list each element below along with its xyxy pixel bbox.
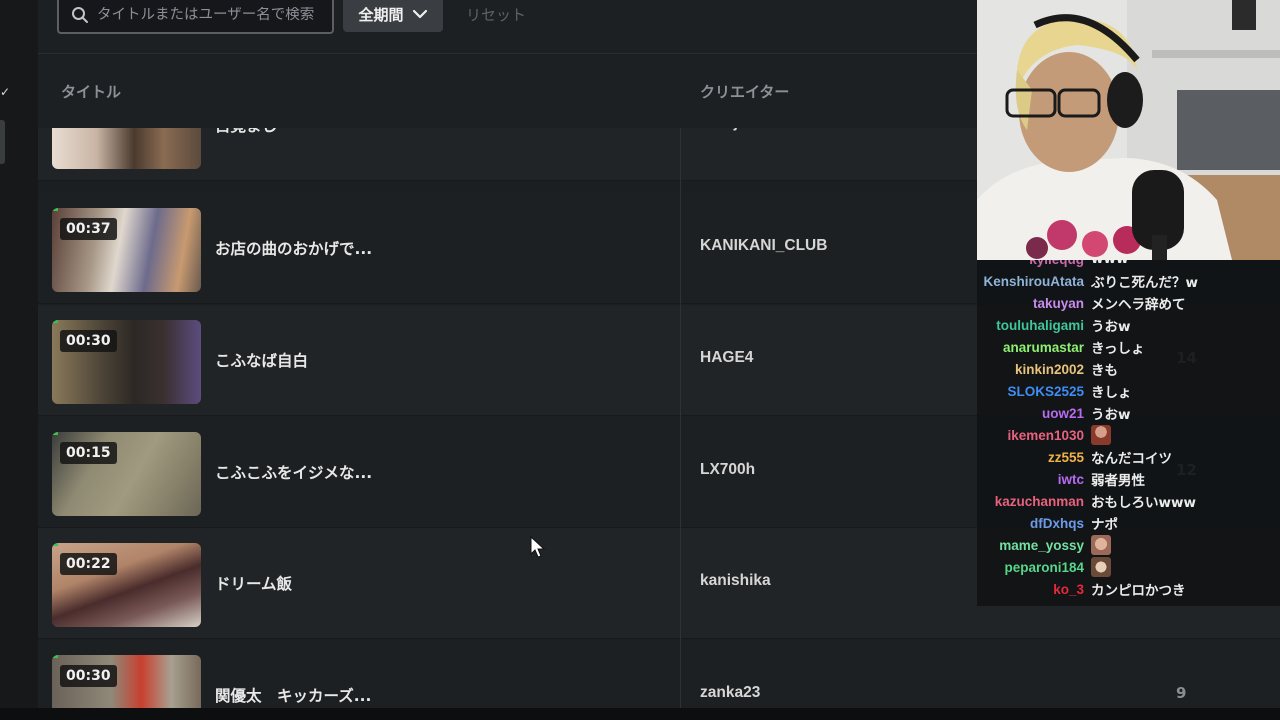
chat-text: ナポ [1091, 517, 1118, 533]
search-icon [72, 7, 88, 23]
clip-thumbnail[interactable]: 00:15 [52, 432, 201, 516]
chat-text: なんだコイツ [1091, 451, 1172, 467]
clip-thumbnail[interactable]: 00:30 [52, 655, 201, 708]
chat-username[interactable]: ikemen1030 [977, 428, 1091, 443]
clip-title[interactable]: こふなば自白 [215, 349, 308, 371]
clip-duration: 00:30 [60, 330, 117, 352]
column-header-creator[interactable]: クリエイター [700, 81, 789, 102]
clip-title[interactable]: 関優太 キッカーズ... [215, 684, 371, 706]
chat-message: mame_yossy [977, 534, 1280, 556]
clip-title[interactable]: ドリーム飯 [215, 572, 292, 594]
clip-thumbnail[interactable]: 00:22 [52, 543, 201, 627]
chat-message: touluhaligami うおw [977, 314, 1280, 336]
webcam-overlay [977, 0, 1280, 260]
chat-username[interactable]: anarumastar [977, 340, 1091, 355]
clip-creator[interactable]: zanka23 [700, 684, 760, 702]
chat-overlay: kyliequg www KenshirouAtata ぶりこ死んだ？w tak… [977, 260, 1280, 606]
clip-thumbnail[interactable]: 00:30 [52, 320, 201, 404]
chat-username[interactable]: KenshirouAtata [977, 274, 1091, 289]
clip-creator[interactable]: ddtujbcdru [700, 128, 781, 132]
chat-username[interactable]: kyliequg [977, 260, 1091, 267]
chat-username[interactable]: ko_3 [977, 582, 1091, 597]
clip-title[interactable]: こふこふをイジメな... [215, 461, 372, 483]
clip-title[interactable]: 目覚まし [215, 128, 277, 136]
clip-thumbnail[interactable] [52, 128, 201, 169]
search-input[interactable] [97, 7, 332, 23]
chat-text: うおw [1091, 407, 1131, 423]
clip-title[interactable]: お店の曲のおかげで... [215, 237, 372, 259]
clip-duration: 00:15 [60, 442, 117, 464]
period-dropdown[interactable]: 全期間 [343, 0, 443, 32]
period-label: 全期間 [358, 5, 404, 24]
clip-creator[interactable]: KANIKANI_CLUB [700, 237, 827, 255]
chat-message: SLOKS2525 きしょ [977, 380, 1280, 402]
chat-text: きっしょ [1091, 341, 1145, 357]
check-icon: ✓ [0, 85, 11, 99]
sidebar-active-tab[interactable] [0, 120, 5, 164]
chat-username[interactable]: zz555 [977, 450, 1091, 465]
chat-message: zz555 なんだコイツ [977, 446, 1280, 468]
chat-message: kazuchanman おもしろいwww [977, 490, 1280, 512]
chat-text: カンピロかつき [1091, 583, 1186, 599]
person-emote-icon [1091, 425, 1111, 445]
chat-text: www [1091, 260, 1128, 267]
chat-username[interactable]: kinkin2002 [977, 362, 1091, 377]
streamer-camera-image [977, 0, 1280, 260]
clip-count: 9 [1176, 684, 1187, 702]
chat-text: 弱者男性 [1091, 473, 1145, 489]
chat-username[interactable]: iwtc [977, 472, 1091, 487]
face-emote-icon [1091, 535, 1111, 555]
clip-thumbnail[interactable]: 00:37 [52, 208, 201, 292]
clip-creator[interactable]: HAGE4 [700, 349, 753, 367]
chat-message: kyliequg www [977, 260, 1280, 270]
search-box[interactable] [57, 0, 334, 34]
chat-username[interactable]: dfDxhqs [977, 516, 1091, 531]
bottom-bar [0, 708, 1280, 720]
chat-message: anarumastar きっしょ [977, 336, 1280, 358]
clip-creator[interactable]: LX700h [700, 461, 755, 479]
clip-duration: 00:22 [60, 553, 117, 575]
left-sidebar: ✓ [0, 0, 38, 708]
chat-text: うおw [1091, 319, 1131, 335]
chat-username[interactable]: peparoni184 [977, 560, 1091, 575]
chat-message: ko_3 カンピロかつき [977, 578, 1280, 600]
chevron-down-icon [412, 9, 427, 19]
chat-message: peparoni184 [977, 556, 1280, 578]
chat-username[interactable]: touluhaligami [977, 318, 1091, 333]
chat-username[interactable]: mame_yossy [977, 538, 1091, 553]
chat-text: きしょ [1091, 385, 1132, 401]
mouse-cursor-icon [530, 536, 546, 558]
clip-creator[interactable]: kanishika [700, 572, 771, 590]
reset-button[interactable]: リセット [466, 4, 526, 25]
chat-username[interactable]: takuyan [977, 296, 1091, 311]
chat-text: おもしろいwww [1091, 495, 1196, 511]
chat-message: dfDxhqs ナポ [977, 512, 1280, 534]
chat-message: KenshirouAtata ぶりこ死んだ？w [977, 270, 1280, 292]
column-header-title[interactable]: タイトル [61, 81, 121, 102]
chat-message: uow21 うおw [977, 402, 1280, 424]
chat-username[interactable]: SLOKS2525 [977, 384, 1091, 399]
chat-text: ぶりこ死んだ？w [1091, 275, 1198, 291]
chat-message: kinkin2002 きも [977, 358, 1280, 380]
clip-duration: 00:30 [60, 665, 117, 687]
chat-message: takuyan メンヘラ辞めて [977, 292, 1280, 314]
face-emote-2-icon [1091, 557, 1111, 577]
column-divider [680, 128, 681, 708]
chat-username[interactable]: kazuchanman [977, 494, 1091, 509]
clip-duration: 00:37 [60, 218, 117, 240]
table-row[interactable]: 00:30 関優太 キッカーズ... zanka23 9 [38, 640, 1280, 708]
chat-message: ikemen1030 [977, 424, 1280, 446]
chat-text: メンヘラ辞めて [1091, 297, 1186, 313]
chat-username[interactable]: uow21 [977, 406, 1091, 421]
chat-text: きも [1091, 363, 1118, 379]
chat-message: iwtc 弱者男性 [977, 468, 1280, 490]
